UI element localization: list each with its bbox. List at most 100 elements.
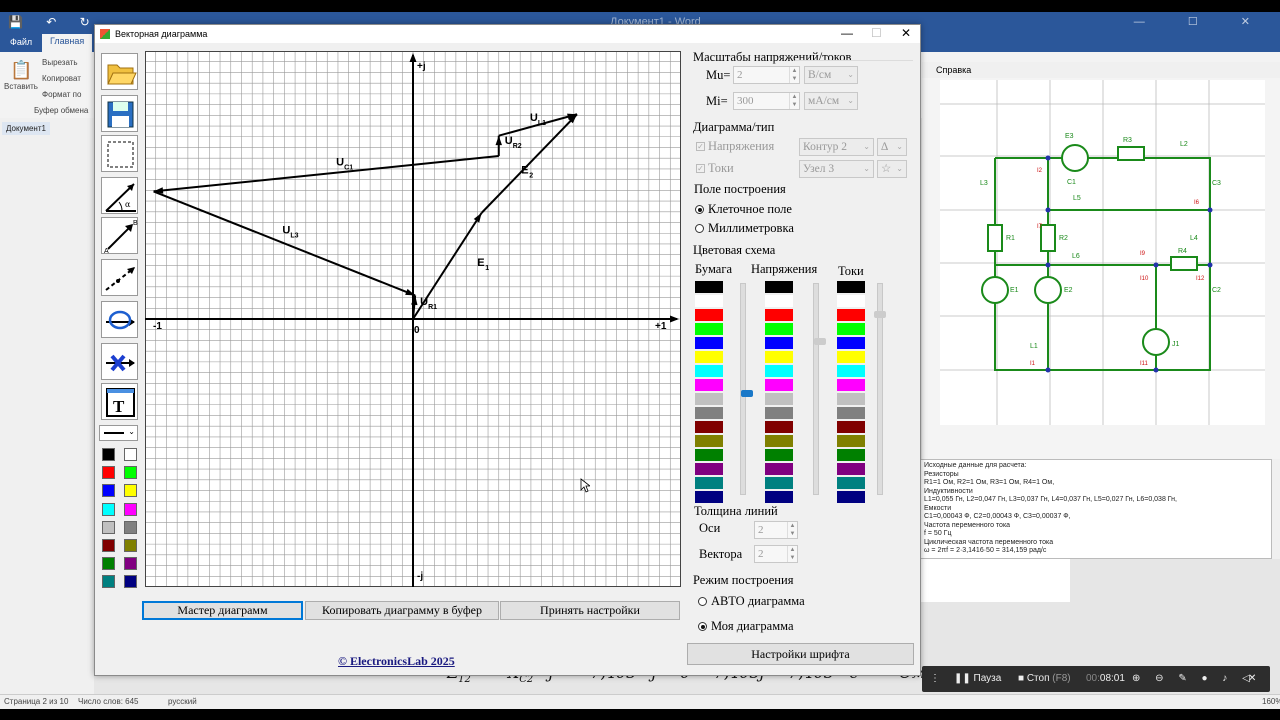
menu-help[interactable]: Справка	[936, 65, 971, 75]
delete-vector-button[interactable]	[101, 343, 138, 380]
axes-width-input[interactable]: 2 ▲ ▼	[754, 521, 798, 539]
doc-tab[interactable]: Документ1	[2, 122, 50, 135]
color-option[interactable]	[837, 477, 865, 489]
color-option[interactable]	[695, 393, 723, 405]
color-option[interactable]	[837, 421, 865, 433]
color-option[interactable]	[695, 281, 723, 293]
minimize-icon[interactable]: —	[841, 26, 853, 40]
data-scrollbar[interactable]	[1272, 459, 1280, 559]
color-option[interactable]	[837, 491, 865, 503]
palette-swatch[interactable]	[102, 484, 115, 498]
mu-input[interactable]: 2 ▲ ▼	[733, 66, 800, 84]
tab-file[interactable]: Файл	[10, 37, 32, 47]
color-option[interactable]	[695, 421, 723, 433]
spinner-icon[interactable]: ▲ ▼	[787, 546, 797, 562]
color-option[interactable]	[837, 309, 865, 321]
cut-button[interactable]: Вырезать	[42, 58, 78, 67]
color-option[interactable]	[765, 407, 793, 419]
angle-vector-button[interactable]: α	[101, 177, 138, 214]
color-option[interactable]	[765, 351, 793, 363]
voltage-slider-thumb[interactable]	[814, 338, 826, 345]
mi-unit-select[interactable]: мА/см ⌄	[804, 92, 858, 110]
palette-swatch[interactable]	[102, 502, 115, 516]
paper-slider-thumb[interactable]	[741, 390, 753, 397]
color-option[interactable]	[765, 281, 793, 293]
color-option[interactable]	[695, 379, 723, 391]
source-data-textbox[interactable]: Исходные данные для расчета: Резисторы R…	[920, 459, 1272, 559]
color-option[interactable]	[695, 295, 723, 307]
current-slider-thumb[interactable]	[874, 311, 886, 318]
palette-swatch[interactable]	[124, 520, 137, 534]
paste-icon[interactable]: 📋	[10, 60, 32, 81]
tab-home[interactable]: Главная	[42, 34, 93, 52]
font-settings-button[interactable]: Настройки шрифта	[687, 643, 914, 665]
cell-field-radio[interactable]	[695, 205, 704, 214]
palette-swatch[interactable]	[124, 557, 137, 571]
drag-handle-icon[interactable]: ⋮	[930, 673, 940, 684]
color-option[interactable]	[765, 463, 793, 475]
color-option[interactable]	[695, 365, 723, 377]
quick-access-toolbar[interactable]: 💾 ↶ ↻	[8, 15, 100, 29]
line-style-dropdown[interactable]: ⌄	[99, 425, 138, 441]
palette-swatch[interactable]	[102, 466, 115, 480]
color-option[interactable]	[837, 393, 865, 405]
palette-swatch[interactable]	[102, 575, 115, 589]
color-option[interactable]	[837, 435, 865, 447]
color-option[interactable]	[837, 281, 865, 293]
auto-mode-radio[interactable]	[698, 597, 707, 606]
vectors-width-input[interactable]: 2 ▲ ▼	[754, 545, 798, 563]
color-option[interactable]	[837, 379, 865, 391]
color-option[interactable]	[695, 435, 723, 447]
paper-color-slider[interactable]	[740, 283, 746, 495]
color-option[interactable]	[695, 477, 723, 489]
node-select[interactable]: Узел 3 ⌄	[799, 160, 874, 178]
color-option[interactable]	[695, 407, 723, 419]
star-select[interactable]: ☆ ⌄	[877, 160, 907, 178]
paste-button[interactable]: Вставить	[4, 82, 38, 91]
palette-swatch[interactable]	[102, 557, 115, 571]
color-option[interactable]	[837, 323, 865, 335]
palette-swatch[interactable]	[124, 466, 137, 480]
close-icon[interactable]: ✕	[901, 26, 911, 40]
stop-button[interactable]: ■ Стоп (F8)	[1018, 673, 1071, 684]
color-option[interactable]	[695, 491, 723, 503]
color-option[interactable]	[765, 295, 793, 307]
palette-swatch[interactable]	[124, 502, 137, 516]
color-option[interactable]	[837, 463, 865, 475]
palette-swatch[interactable]	[102, 448, 115, 461]
mi-input[interactable]: 300 ▲ ▼	[733, 92, 800, 110]
pause-button[interactable]: ❚❚ Пауза	[954, 673, 1001, 684]
select-area-button[interactable]	[101, 135, 138, 172]
color-option[interactable]	[765, 309, 793, 321]
vector-ab-button[interactable]: AB	[101, 217, 138, 255]
open-file-button[interactable]	[101, 53, 138, 90]
color-option[interactable]	[837, 365, 865, 377]
palette-swatch[interactable]	[124, 484, 137, 498]
color-option[interactable]	[837, 407, 865, 419]
palette-swatch[interactable]	[124, 448, 137, 461]
color-option[interactable]	[695, 309, 723, 321]
palette-swatch[interactable]	[102, 539, 115, 552]
color-option[interactable]	[765, 323, 793, 335]
close-icon[interactable]: ✕	[1248, 673, 1256, 684]
dashed-vector-button[interactable]	[101, 259, 138, 296]
text-tool-button[interactable]: T	[101, 383, 138, 420]
color-option[interactable]	[765, 477, 793, 489]
color-option[interactable]	[765, 491, 793, 503]
color-option[interactable]	[695, 463, 723, 475]
currents-checkbox[interactable]: ✓	[696, 164, 705, 173]
accept-settings-button[interactable]: Принять настройки	[500, 601, 680, 620]
color-option[interactable]	[837, 449, 865, 461]
vector-diagram-canvas[interactable]: +1-1+j-j0UR1E1E2UR2UL1UC1UL3	[145, 51, 681, 587]
color-option[interactable]	[695, 351, 723, 363]
color-option[interactable]	[765, 379, 793, 391]
color-option[interactable]	[765, 365, 793, 377]
copyright-link[interactable]: © ElectronicsLab 2025	[338, 654, 455, 669]
color-option[interactable]	[837, 351, 865, 363]
color-option[interactable]	[765, 337, 793, 349]
rotate-vector-button[interactable]	[101, 301, 138, 338]
color-option[interactable]	[765, 435, 793, 447]
color-option[interactable]	[695, 337, 723, 349]
spinner-icon[interactable]: ▲ ▼	[787, 522, 797, 538]
color-option[interactable]	[765, 421, 793, 433]
